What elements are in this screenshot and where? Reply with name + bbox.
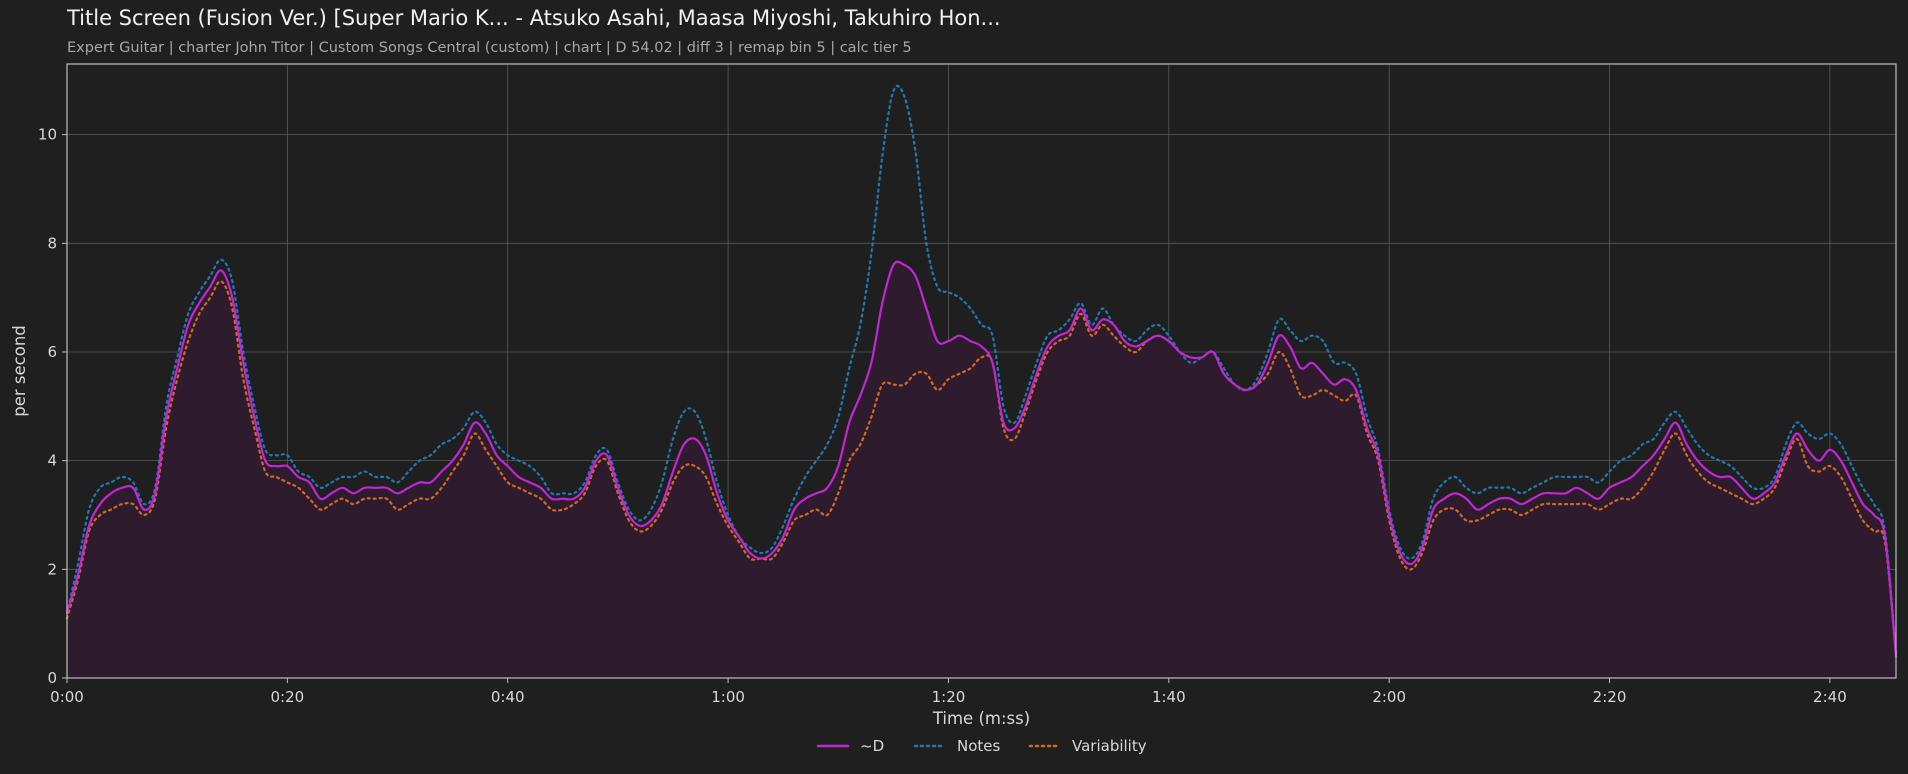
- x-tick-label: 2:00: [1372, 688, 1406, 706]
- x-tick-label: 0:20: [271, 688, 305, 706]
- x-tick-label: 2:40: [1813, 688, 1847, 706]
- legend: ~D Notes Variability: [816, 737, 1147, 755]
- legend-label: Variability: [1072, 737, 1147, 755]
- x-tick-label: 0:40: [491, 688, 525, 706]
- x-axis-label: Time (m:ss): [932, 709, 1030, 728]
- y-tick-label: 0: [47, 669, 57, 687]
- x-tick-label: 1:40: [1152, 688, 1186, 706]
- y-tick-label: 2: [47, 560, 57, 578]
- x-tick-label: 0:00: [50, 688, 84, 706]
- y-tick-label: 8: [47, 234, 57, 252]
- x-axis: 0:00 0:20 0:40 1:00 1:20 1:40 2:00 2:20 2:40: [50, 678, 1847, 706]
- legend-label: Notes: [957, 737, 1001, 755]
- y-tick-label: 4: [47, 452, 57, 470]
- y-axis: 0 2 4 6 8 10: [38, 126, 67, 687]
- x-tick-label: 1:20: [932, 688, 966, 706]
- y-tick-label: 6: [47, 343, 57, 361]
- y-tick-label: 10: [38, 126, 57, 144]
- x-tick-label: 1:00: [711, 688, 745, 706]
- x-tick-label: 2:20: [1593, 688, 1627, 706]
- chart: 0:00 0:20 0:40 1:00 1:20 1:40 2:00 2:20 2:40 0 2 4…: [10, 63, 1898, 755]
- legend-label: ~D: [860, 737, 884, 755]
- y-axis-label: per second: [10, 325, 29, 417]
